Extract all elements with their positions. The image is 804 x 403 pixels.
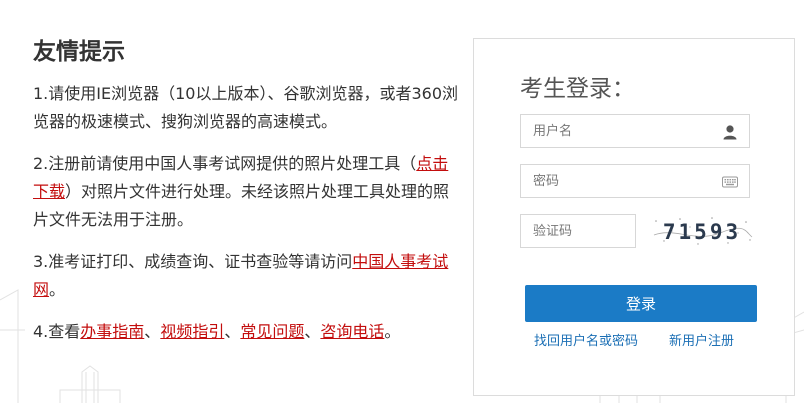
notice-item-3-suffix: 。 — [49, 280, 66, 299]
separator: 、 — [144, 322, 161, 341]
keyboard-icon[interactable] — [720, 174, 740, 190]
notice-item-1: 1.请使用IE浏览器（10以上版本）、谷歌浏览器，或者360浏览器的极速模式、搜… — [33, 84, 458, 131]
notice-item-2-prefix: 2.注册前请使用中国人事考试网提供的照片处理工具（ — [33, 154, 417, 173]
faq-link[interactable]: 常见问题 — [240, 322, 304, 341]
notice-item-3: 3.准考证打印、成绩查询、证书查验等请访问中国人事考试网。 — [33, 248, 458, 304]
video-guide-link[interactable]: 视频指引 — [160, 322, 224, 341]
password-input[interactable] — [521, 165, 723, 197]
notice-item-3-prefix: 3.准考证打印、成绩查询、证书查验等请访问 — [33, 252, 353, 271]
separator: 、 — [224, 322, 241, 341]
notice-panel: 友情提示 1.请使用IE浏览器（10以上版本）、谷歌浏览器，或者360浏览器的极… — [33, 36, 458, 360]
separator: 、 — [304, 322, 321, 341]
notice-item-4-prefix: 4.查看 — [33, 322, 81, 341]
captcha-input[interactable] — [521, 215, 633, 247]
notice-title: 友情提示 — [33, 39, 125, 65]
username-input[interactable] — [521, 115, 723, 147]
login-title: 考生登录： — [520, 76, 635, 102]
notice-item-2-suffix: ）对照片文件进行处理。未经该照片处理工具处理的照片文件无法用于注册。 — [33, 182, 450, 229]
guide-link[interactable]: 办事指南 — [80, 322, 144, 341]
captcha-field — [520, 214, 636, 248]
recover-account-link[interactable]: 找回用户名或密码 — [534, 330, 638, 349]
login-panel: 考生登录： 71593 登录 找回用户名或密 — [473, 38, 795, 396]
notice-item-2: 2.注册前请使用中国人事考试网提供的照片处理工具（点击下载）对照片文件进行处理。… — [33, 150, 458, 234]
notice-item-4-suffix: 。 — [384, 322, 401, 341]
password-field — [520, 164, 750, 198]
user-icon — [723, 125, 737, 140]
captcha-text: 71593 — [663, 220, 741, 244]
register-link[interactable]: 新用户注册 — [669, 330, 734, 349]
captcha-image[interactable]: 71593 — [650, 213, 754, 249]
notice-item-4: 4.查看办事指南、视频指引、常见问题、咨询电话。 — [33, 318, 458, 346]
contact-phone-link[interactable]: 咨询电话 — [320, 322, 384, 341]
username-field — [520, 114, 750, 148]
login-button[interactable]: 登录 — [525, 285, 757, 322]
